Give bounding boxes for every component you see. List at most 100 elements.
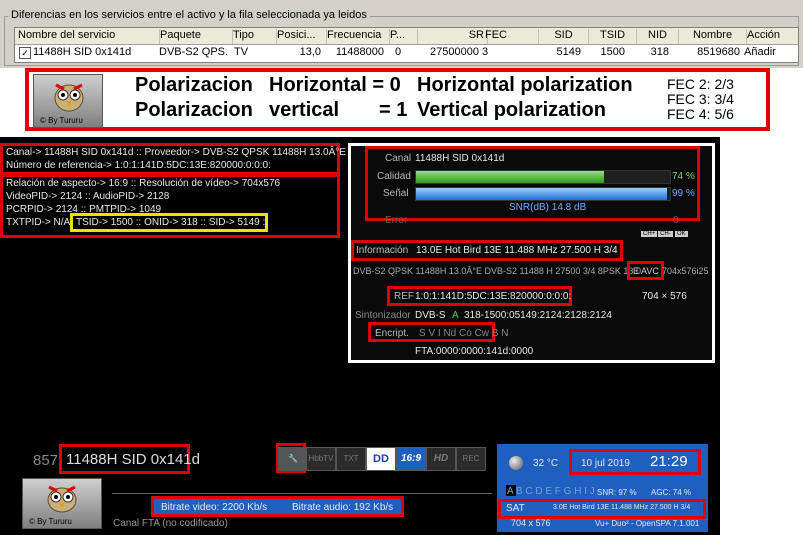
col-header-sr[interactable]: SR [415, 29, 488, 44]
col-header-tsid[interactable]: TSID [586, 29, 637, 44]
sintonizador-label: Sintonizador [355, 310, 411, 321]
col-header-tipo[interactable]: Tipo [230, 29, 277, 44]
tuner-letters: A B C D E F G H I J [507, 486, 595, 497]
pol-v-label: Polarizacion [135, 99, 253, 121]
receiver-model: Vu+ Duo² - OpenSPA 7.1.001 [595, 519, 700, 528]
res-suffix: 704x576i25 [662, 266, 709, 276]
ref-value: 1:0:1:141D:5DC:13E:820000:0:0:0: [415, 291, 572, 302]
pol-v-word: vertical [269, 99, 340, 121]
senal-track [415, 187, 671, 201]
cell-frecuencia: 11488000 [335, 46, 384, 58]
col-header-frecuencia[interactable]: Frecuencia [324, 29, 390, 44]
services-table[interactable]: Nombre del servicio Paquete Tipo Posici.… [14, 27, 799, 63]
polarization-banner: © By Tururu Polarizacion Horizontal = 0 … [25, 68, 770, 131]
owl-icon [54, 83, 84, 112]
ch-minus-button[interactable]: CH- [658, 231, 673, 237]
pol-h-label: Polarizacion [135, 74, 253, 96]
status-bar: 32 °C 10 jul 2019 21:29 A B C D E F G H … [497, 444, 708, 532]
cell-nid: 318 [650, 46, 669, 58]
col-header-nombre[interactable]: Nombre [676, 29, 747, 44]
tuner-letter: A [452, 310, 459, 321]
channel-number: 857 [33, 452, 59, 469]
logo-caption: © By Tururu [40, 116, 83, 125]
col-header-fec[interactable]: FEC [482, 29, 539, 44]
rec-icon: REC [456, 447, 486, 471]
time: 21:29 [650, 453, 688, 470]
agc-pct: AGC: 74 % [651, 488, 692, 497]
channel-info-panel: Canal 11488H SID 0x141d Calidad 74 % Señ… [348, 143, 715, 363]
tururu-logo: © By Tururu [33, 74, 103, 128]
dolby-icon: DD [366, 447, 396, 471]
cell-tsid: 1500 [600, 46, 625, 58]
cell-sr: 27500000 [430, 46, 479, 58]
avc-text: E AVC [633, 266, 659, 276]
snr-value: SNR(dB) 14.8 dB [509, 202, 587, 213]
channel-name: 11488H SID 0x141d [66, 451, 200, 468]
col-header-polarizacion[interactable]: P... [387, 29, 418, 44]
encript-value: S V I Nd Co Cw B N [419, 328, 509, 339]
fec-2: FEC 2: 2/3 [667, 76, 734, 92]
tsid-onid-sid-line: TSID-> 1500 :: ONID-> 318 :: SID-> 5149 … [76, 217, 269, 228]
owl-icon-small [47, 485, 77, 513]
error-value: 0 [673, 215, 679, 226]
aspect-line: Relación de aspecto-> 16:9 :: Resolución… [6, 178, 281, 189]
channel-provider-line: Canal-> 11488H SID 0x141d :: Proveedor->… [6, 147, 346, 158]
sintonizador-value: DVB-S [415, 310, 446, 321]
snr-pct: SNR: 97 % [597, 488, 637, 497]
pol-h-english: Horizontal polarization [417, 74, 633, 96]
col-header-posicion[interactable]: Posici... [274, 29, 327, 44]
encript-label: Encript. [375, 328, 409, 339]
col-header-sid[interactable]: SID [536, 29, 589, 44]
txtpid-line: TXTPID-> N/A [6, 217, 71, 228]
cell-polarizacion: 0 [395, 46, 402, 58]
bottom-logo-caption: © By Tururu [29, 517, 72, 526]
aspect-169-icon: 16:9 [396, 447, 426, 471]
bottom-logo: © By Tururu [22, 478, 102, 529]
group-title: Diferencias en los servicios entre el ac… [8, 9, 370, 21]
teletext-icon: TXT [336, 447, 366, 471]
cell-accion: Añadir [744, 46, 776, 58]
senal-fill [416, 188, 668, 200]
col-header-nid[interactable]: NID [634, 29, 679, 44]
weather-icon [509, 456, 523, 470]
temperature: 32 °C [533, 458, 559, 469]
informacion-value: 13.0E Hot Bird 13E 11.488 MHz 27.500 H 3… [416, 245, 618, 256]
cell-paquete: DVB-S2 QPS... [159, 46, 229, 58]
fec-4: FEC 4: 5/6 [667, 106, 734, 122]
calidad-track [415, 170, 671, 184]
progress-line [112, 493, 492, 494]
cell-nombre-servicio: 11488H SID 0x141d [33, 46, 132, 58]
col-header-accion[interactable]: Acción [744, 29, 803, 44]
reference-line: Número de referencia-> 1:0:1:141D:5DC:13… [6, 160, 271, 171]
table-header: Nombre del servicio Paquete Tipo Posici.… [15, 28, 798, 45]
dvb-line: DVB-S2 QPSK 11488H 13.0Â°E DVB-S2 11488 … [353, 266, 641, 276]
informacion-label: Información [356, 245, 409, 256]
bitrate-video: Bitrate video: 2200 Kb/s [161, 502, 268, 513]
ref-label: REF [394, 291, 414, 302]
cell-fec: 3 [482, 46, 489, 58]
cell-posicion: 13,0 [299, 46, 321, 58]
sat-info: 3.0E Hot Bird 13E 11.488 MHz 27.500 H 3/… [553, 504, 691, 511]
pol-h-value: Horizontal = 0 [269, 74, 401, 96]
senal-pct: 99 % [672, 188, 695, 199]
calidad-fill [416, 171, 604, 183]
calidad-label: Calidad [377, 171, 411, 182]
sat-label: SAT [506, 503, 525, 514]
ch-plus-button[interactable]: CH+ [641, 231, 658, 237]
resolution-bar: 704 x 576 [511, 518, 551, 528]
col-header-nombre-servicio[interactable]: Nombre del servicio [15, 29, 160, 44]
resolution-value: 704 × 576 [642, 291, 687, 302]
ok-button[interactable]: OK [675, 231, 688, 237]
error-label: Error [385, 215, 408, 226]
table-row[interactable]: ✓ 11488H SID 0x141d DVB-S2 QPS... TV 13,… [15, 45, 798, 62]
col-header-paquete[interactable]: Paquete [157, 29, 233, 44]
pol-v-english: Vertical polarization [417, 99, 606, 121]
senal-label: Señal [383, 188, 409, 199]
pol-v-value: = 1 [379, 99, 408, 121]
pids-value: 318-1500:05149:2124:2128:2124 [464, 310, 612, 321]
canal-value: 11488H SID 0x141d [415, 153, 505, 164]
row-checkbox[interactable]: ✓ [19, 47, 31, 59]
date: 10 jul 2019 [581, 458, 630, 469]
calidad-pct: 74 % [672, 171, 695, 182]
video-audio-pid-line: VideoPID-> 2124 :: AudioPID-> 2128 [6, 191, 170, 202]
